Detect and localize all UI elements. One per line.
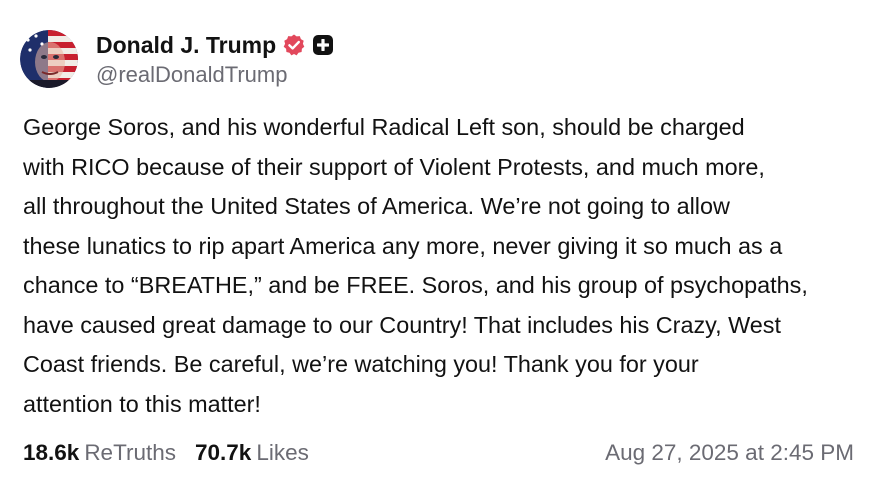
truth-post: Donald J. Trump @realDonaldTrump George … xyxy=(0,0,880,480)
author-info: Donald J. Trump @realDonaldTrump xyxy=(96,30,334,88)
post-line: all throughout the United States of Amer… xyxy=(23,193,730,219)
verified-badge-icon xyxy=(282,33,306,57)
post-footer: 18.6k ReTruths 70.7k Likes Aug 27, 2025 … xyxy=(23,436,854,470)
retruths-label: ReTruths xyxy=(84,440,177,465)
retruths-count: 18.6k xyxy=(23,440,80,465)
likes-stat[interactable]: 70.7k Likes xyxy=(195,440,309,466)
post-header: Donald J. Trump @realDonaldTrump xyxy=(20,30,334,88)
post-line: chance to “BREATHE,” and be FREE. Soros,… xyxy=(23,272,808,298)
flag-face-avatar-icon xyxy=(20,30,78,88)
truth-plus-icon xyxy=(312,34,334,56)
post-line: George Soros, and his wonderful Radical … xyxy=(23,114,745,140)
post-line: these lunatics to rip apart America any … xyxy=(23,232,783,259)
post-line: have caused great damage to our Country!… xyxy=(23,311,781,338)
name-row: Donald J. Trump xyxy=(96,30,334,60)
post-body: George Soros, and his wonderful Radical … xyxy=(23,108,868,424)
post-timestamp[interactable]: Aug 27, 2025 at 2:45 PM xyxy=(605,440,854,466)
retruths-stat[interactable]: 18.6k ReTruths xyxy=(23,440,176,466)
post-line: Coast friends. Be careful, we’re watchin… xyxy=(23,351,699,377)
user-handle[interactable]: @realDonaldTrump xyxy=(96,62,334,88)
avatar[interactable] xyxy=(20,30,78,88)
post-line: attention to this matter! xyxy=(23,390,261,417)
display-name[interactable]: Donald J. Trump xyxy=(96,32,276,59)
post-line: with RICO because of their support of Vi… xyxy=(23,153,765,180)
likes-count: 70.7k xyxy=(195,440,252,465)
likes-label: Likes xyxy=(256,440,309,465)
